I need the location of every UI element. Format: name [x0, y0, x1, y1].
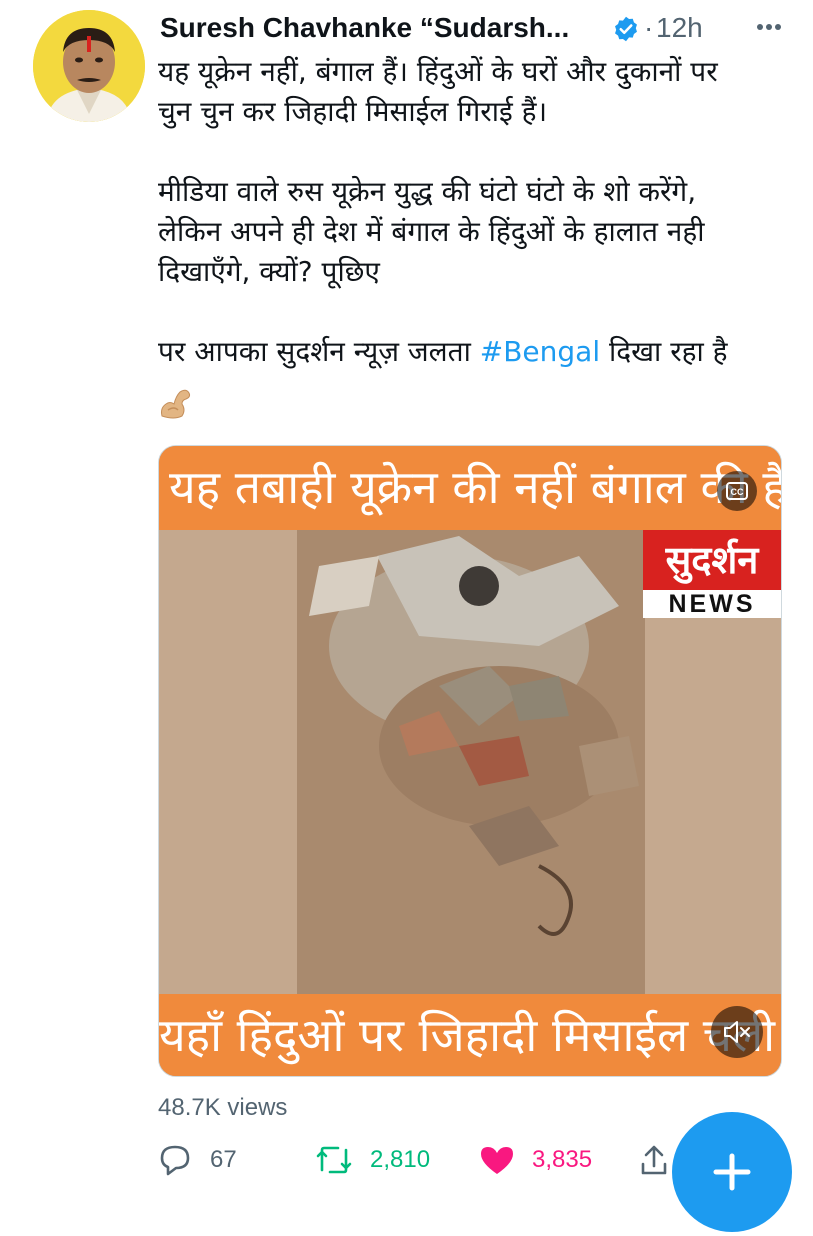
- tweet-text-segment: पर आपका सुदर्शन न्यूज़ जलता: [158, 335, 480, 368]
- tweet-text-line: मीडिया वाले रुस यूक्रेन युद्ध की घंटो घं…: [158, 175, 697, 208]
- author-avatar[interactable]: [33, 10, 145, 122]
- compose-button[interactable]: [672, 1112, 792, 1232]
- video-bottom-caption: यहाँ हिंदुओं पर जिहादी मिसाईल चली है: [159, 1008, 782, 1062]
- like-button[interactable]: 3,835: [478, 1142, 608, 1178]
- retweet-button[interactable]: 2,810: [314, 1142, 444, 1178]
- closed-captions-icon[interactable]: CC: [717, 471, 757, 511]
- retweet-icon: [316, 1146, 352, 1174]
- video-top-caption: यह तबाही यूक्रेन की नहीं बंगाल की है: [169, 460, 782, 514]
- hashtag-link[interactable]: #Bengal: [480, 335, 600, 368]
- separator-dot: ·: [644, 12, 654, 43]
- tweet-text-line: पर आपका सुदर्शन न्यूज़ जलता #Bengal दिखा…: [158, 332, 798, 372]
- flexed-biceps-icon: [161, 389, 191, 419]
- video-top-banner: यह तबाही यूक्रेन की नहीं बंगाल की है: [159, 446, 781, 530]
- logo-title: सुदर्शन: [643, 530, 781, 590]
- tweet-text-segment: दिखा रहा है: [600, 335, 728, 368]
- video-bottom-banner: यहाँ हिंदुओं पर जिहादी मिसाईल चली है: [159, 994, 781, 1076]
- more-options-icon[interactable]: [756, 22, 782, 32]
- retweet-count: 2,810: [370, 1146, 431, 1173]
- share-icon: [641, 1145, 667, 1175]
- author-name[interactable]: Suresh Chavhanke “Sudarsh...: [160, 8, 569, 48]
- tweet-text-line: दिखाएँगे, क्यों? पूछिए: [158, 255, 380, 288]
- tweet-text: यह यूक्रेन नहीं, बंगाल हैं। हिंदुओं के घ…: [158, 52, 798, 372]
- verified-badge-icon: [615, 16, 637, 42]
- heart-icon: [481, 1147, 513, 1174]
- logo-subtitle: NEWS: [643, 590, 781, 618]
- tweet-text-line: चुन चुन कर जिहादी मिसाईल गिराई हैं।: [158, 95, 548, 128]
- channel-logo: सुदर्शन NEWS: [643, 530, 781, 618]
- view-count: 48.7K views: [158, 1094, 288, 1121]
- reply-icon: [160, 1145, 190, 1176]
- reply-button[interactable]: 67: [158, 1142, 248, 1178]
- like-count: 3,835: [532, 1146, 593, 1173]
- plus-icon: [713, 1153, 751, 1191]
- svg-text:CC: CC: [731, 487, 744, 497]
- share-button[interactable]: [640, 1142, 670, 1178]
- tweet-header: Suresh Chavhanke “Sudarsh... · 12h: [160, 8, 800, 48]
- reply-count: 67: [210, 1146, 237, 1173]
- timestamp[interactable]: 12h: [656, 8, 703, 48]
- tweet-text-line: लेकिन अपने ही देश में बंगाल के हिंदुओं क…: [158, 215, 705, 248]
- video-media[interactable]: यह तबाही यूक्रेन की नहीं बंगाल की है CC …: [158, 445, 782, 1077]
- tweet-text-line: यह यूक्रेन नहीं, बंगाल हैं। हिंदुओं के घ…: [158, 55, 718, 88]
- mute-icon[interactable]: [711, 1006, 763, 1058]
